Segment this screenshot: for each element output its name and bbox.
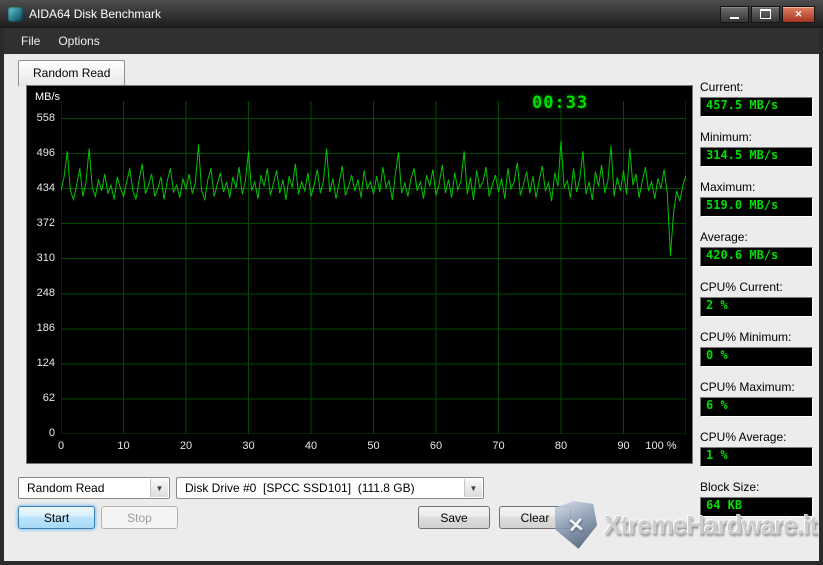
drive-select[interactable]: Disk Drive #0 [SPCC SSD101] (111.8 GB) ▼ [176,477,484,499]
chevron-down-icon: ▼ [150,479,168,497]
menubar: File Options [4,28,819,54]
titlebar[interactable]: AIDA64 Disk Benchmark ✕ [0,0,823,28]
x-tick-label: 60 [414,440,458,452]
save-button[interactable]: Save [418,506,490,529]
maximize-button[interactable] [751,6,780,23]
stat-cpu-average: CPU% Average: 1 % [700,430,813,467]
y-tick-label: 310 [27,252,55,264]
stat-cpu-current-label: CPU% Current: [700,280,813,294]
y-tick-label: 372 [27,217,55,229]
minimize-button[interactable] [720,6,749,23]
benchmark-chart: MB/s 00:33 558496434372310248186124620 0… [26,85,693,464]
stat-cpu-average-label: CPU% Average: [700,430,813,444]
y-tick-label: 62 [27,392,55,404]
stat-block-size-label: Block Size: [700,480,813,494]
stat-cpu-average-value: 1 % [700,447,813,467]
x-tick-label: 40 [289,440,333,452]
maximize-icon [760,9,771,19]
stat-maximum-value: 519.0 MB/s [700,197,813,217]
clear-button[interactable]: Clear [499,506,571,529]
tab-random-read[interactable]: Random Read [18,60,125,86]
stat-average-value: 420.6 MB/s [700,247,813,267]
y-axis-unit-label: MB/s [35,91,60,103]
stat-minimum: Minimum: 314.5 MB/s [700,130,813,167]
close-button[interactable]: ✕ [782,6,815,23]
stat-maximum: Maximum: 519.0 MB/s [700,180,813,217]
x-tick-label: 80 [539,440,583,452]
close-icon: ✕ [795,10,803,19]
chevron-down-icon: ▼ [464,479,482,497]
menu-file[interactable]: File [12,31,49,51]
stat-current: Current: 457.5 MB/s [700,80,813,117]
aida64-app-icon [8,7,23,22]
start-button[interactable]: Start [18,506,95,529]
x-tick-label: 30 [227,440,271,452]
stat-cpu-minimum-value: 0 % [700,347,813,367]
stat-cpu-current-value: 2 % [700,297,813,317]
app-window: AIDA64 Disk Benchmark ✕ File Options Ran… [0,0,823,565]
benchmark-line-plot [61,101,686,434]
y-tick-label: 496 [27,147,55,159]
window-title: AIDA64 Disk Benchmark [29,7,720,21]
drive-selected-value: Disk Drive #0 [SPCC SSD101] (111.8 GB) [185,478,463,498]
stat-cpu-maximum: CPU% Maximum: 6 % [700,380,813,417]
y-tick-label: 558 [27,112,55,124]
test-type-selected-value: Random Read [27,478,149,498]
stat-cpu-minimum: CPU% Minimum: 0 % [700,330,813,367]
stat-cpu-maximum-label: CPU% Maximum: [700,380,813,394]
window-controls: ✕ [720,6,815,23]
client-area: Random Read MB/s 00:33 55849643437231024… [4,54,819,561]
minimize-icon [730,17,739,19]
stat-current-value: 457.5 MB/s [700,97,813,117]
stat-cpu-minimum-label: CPU% Minimum: [700,330,813,344]
y-tick-label: 0 [27,427,55,439]
x-tick-label: 20 [164,440,208,452]
stat-average-label: Average: [700,230,813,244]
x-tick-label: 70 [477,440,521,452]
x-tick-label: 0 [39,440,83,452]
stat-average: Average: 420.6 MB/s [700,230,813,267]
x-tick-label: 50 [352,440,396,452]
stats-panel: Current: 457.5 MB/s Minimum: 314.5 MB/s Maxi… [700,80,813,530]
stat-block-size-value: 64 KB [700,497,813,517]
stat-cpu-current: CPU% Current: 2 % [700,280,813,317]
x-tick-label: 10 [102,440,146,452]
y-tick-label: 248 [27,287,55,299]
x-tick-label: 100 % [639,440,683,452]
menu-options[interactable]: Options [49,31,108,51]
stat-cpu-maximum-value: 6 % [700,397,813,417]
stat-minimum-value: 314.5 MB/s [700,147,813,167]
y-tick-label: 434 [27,182,55,194]
y-tick-label: 124 [27,357,55,369]
stat-minimum-label: Minimum: [700,130,813,144]
stat-maximum-label: Maximum: [700,180,813,194]
stop-button[interactable]: Stop [101,506,178,529]
test-type-select[interactable]: Random Read ▼ [18,477,170,499]
stat-current-label: Current: [700,80,813,94]
stat-block-size: Block Size: 64 KB [700,480,813,517]
y-tick-label: 186 [27,322,55,334]
